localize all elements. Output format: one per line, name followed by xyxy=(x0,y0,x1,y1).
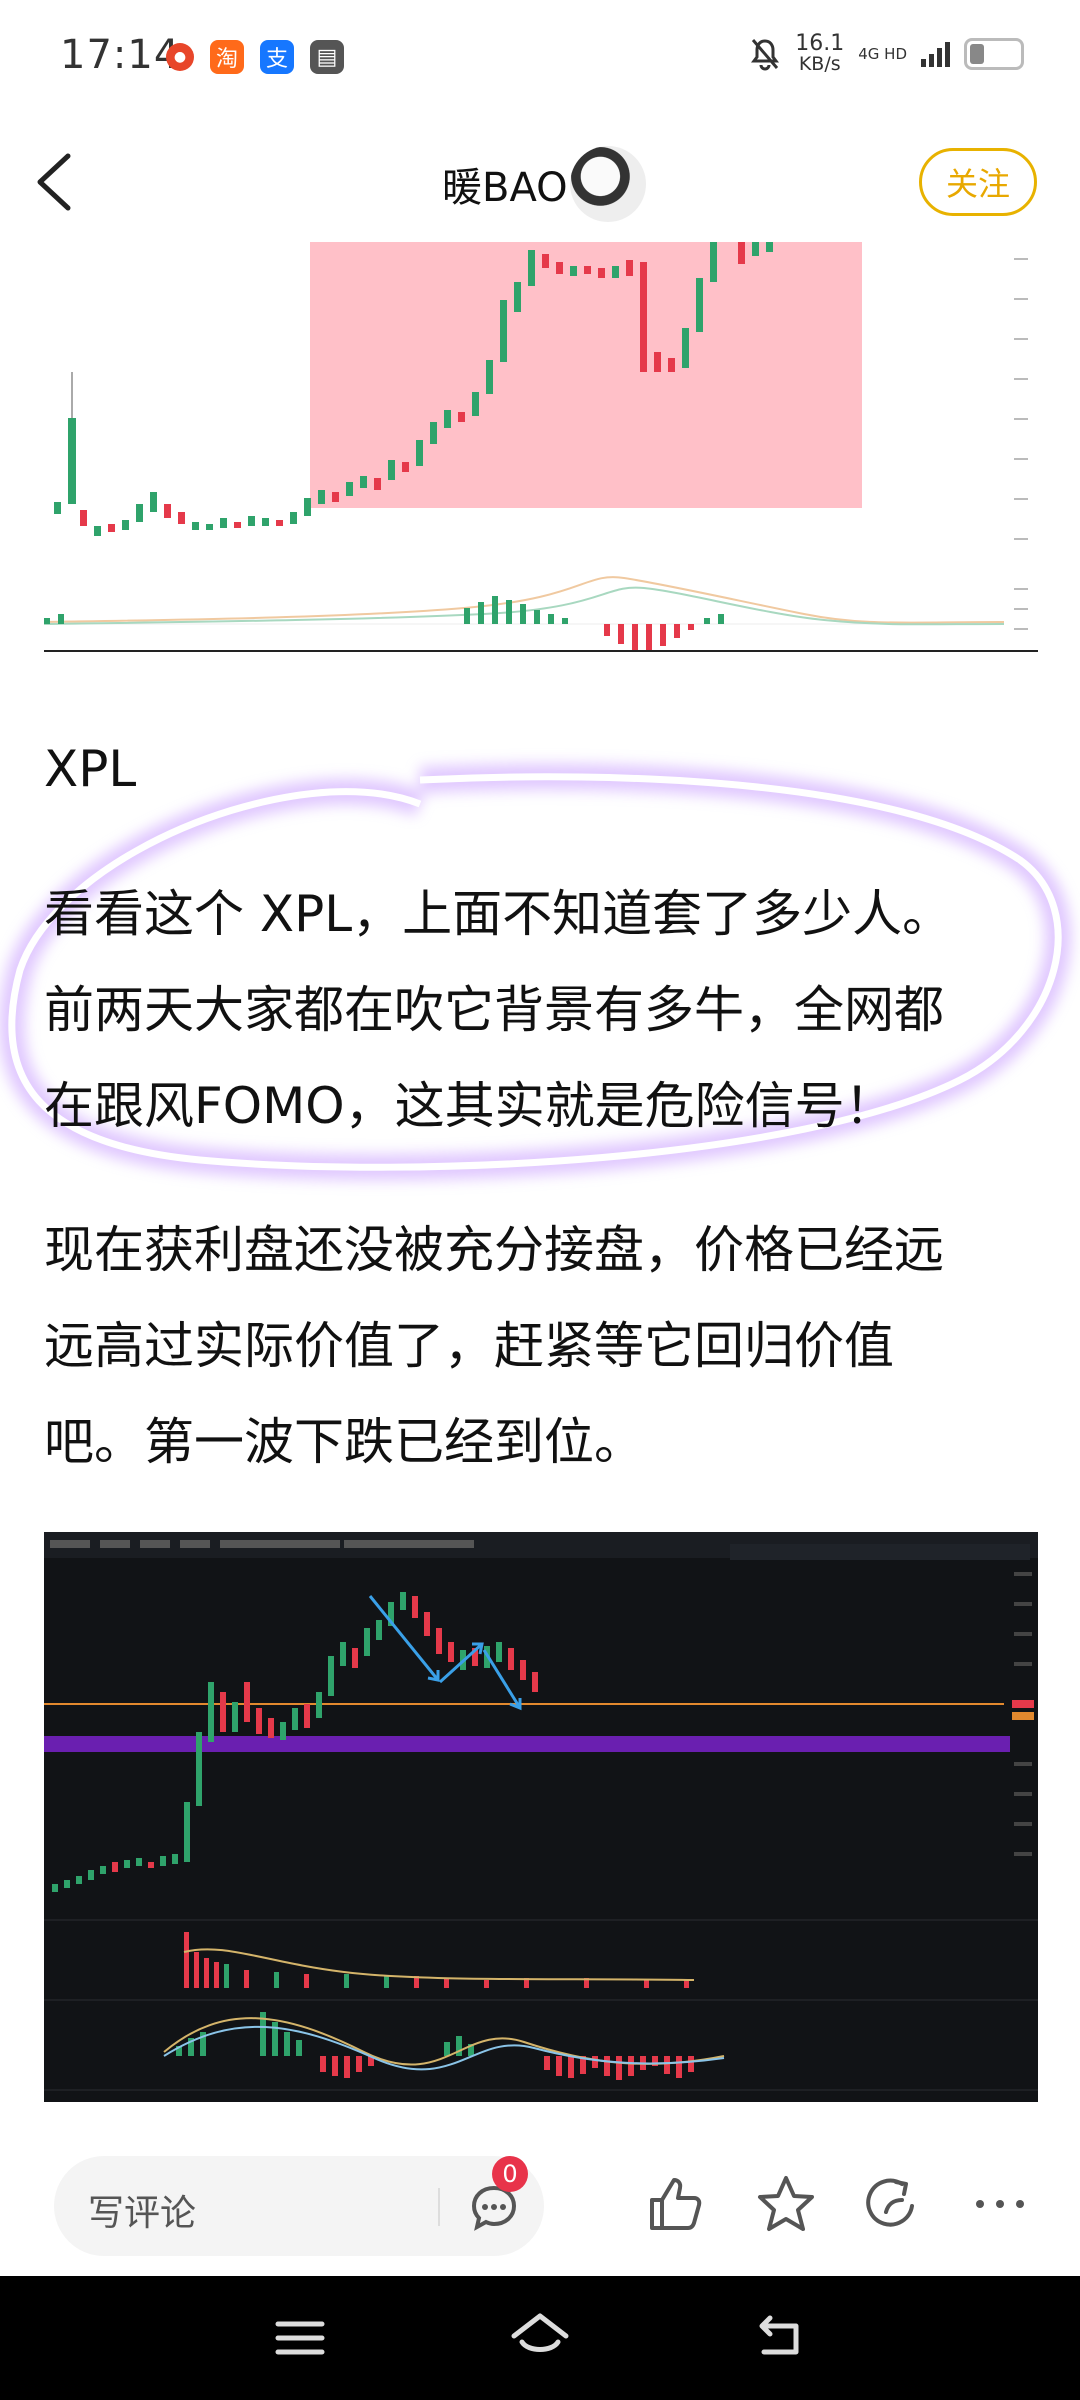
chart-image-bottom xyxy=(44,1532,1038,2102)
weibo-icon: ● xyxy=(166,43,194,71)
network-speed: 16.1 KB/s xyxy=(795,31,845,75)
highlighted-paragraph: 看看这个 XPL，上面不知道套了多少人。 前两天大家都在吹它背景有多牛，全网都 … xyxy=(44,866,1044,1154)
action-bar: 写评论 0 xyxy=(0,2140,1080,2274)
author-name[interactable]: 暖BAO xyxy=(442,155,568,213)
post-header: 暖BAO 关注 xyxy=(0,118,1080,246)
comment-divider xyxy=(438,2188,440,2226)
battery-icon xyxy=(964,38,1024,70)
paragraph-line: 看看这个 XPL，上面不知道套了多少人。 xyxy=(44,885,953,943)
paragraph-line: 现在获利盘还没被充分接盘，价格已经远 xyxy=(44,1221,944,1279)
section-title: XPL xyxy=(44,740,137,798)
calendar-icon: ▤ xyxy=(310,40,344,74)
share-icon[interactable] xyxy=(860,2172,924,2236)
paragraph-line: 吧。第一波下跌已经到位。 xyxy=(44,1413,644,1471)
paragraph-line: 前两天大家都在吹它背景有多牛，全网都 xyxy=(44,981,944,1039)
body-paragraph: 现在获利盘还没被充分接盘，价格已经远 远高过实际价值了，赶紧等它回归价值 吧。第… xyxy=(44,1202,1044,1490)
more-icon[interactable] xyxy=(968,2172,1032,2236)
follow-button[interactable]: 关注 xyxy=(919,148,1037,216)
author-info[interactable]: 暖BAO xyxy=(442,146,646,222)
mute-bell-icon xyxy=(751,39,780,71)
chart-divider xyxy=(44,650,1038,652)
star-icon[interactable] xyxy=(754,2172,818,2236)
status-time: 17:14 xyxy=(60,32,181,78)
paragraph-line: 在跟风FOMO，这其实就是危险信号！ xyxy=(44,1077,895,1135)
system-nav-bar xyxy=(0,2276,1080,2400)
status-bar: 17:14 ● 淘 支 ▤ 16.1 KB/s 4G HD xyxy=(0,0,1080,118)
comment-input[interactable]: 写评论 xyxy=(54,2156,544,2256)
alipay-icon: 支 xyxy=(260,40,294,74)
signal-icon xyxy=(921,41,950,67)
avatar[interactable] xyxy=(569,146,646,222)
home-icon[interactable] xyxy=(508,2308,572,2368)
status-indicators: 16.1 KB/s 4G HD xyxy=(749,31,1024,75)
paragraph-line: 远高过实际价值了，赶紧等它回归价值 xyxy=(44,1317,894,1375)
taobao-icon: 淘 xyxy=(210,40,244,74)
comment-placeholder: 写评论 xyxy=(88,2193,197,2234)
network-type: 4G HD xyxy=(858,45,907,63)
back-arrow-icon[interactable] xyxy=(28,146,84,218)
menu-icon[interactable] xyxy=(268,2308,332,2368)
like-icon[interactable] xyxy=(644,2172,708,2236)
back-icon[interactable] xyxy=(748,2308,812,2368)
chart-image-top xyxy=(44,242,1038,652)
status-app-icons: ● 淘 支 ▤ xyxy=(166,40,344,74)
comment-count-badge: 0 xyxy=(492,2156,528,2192)
